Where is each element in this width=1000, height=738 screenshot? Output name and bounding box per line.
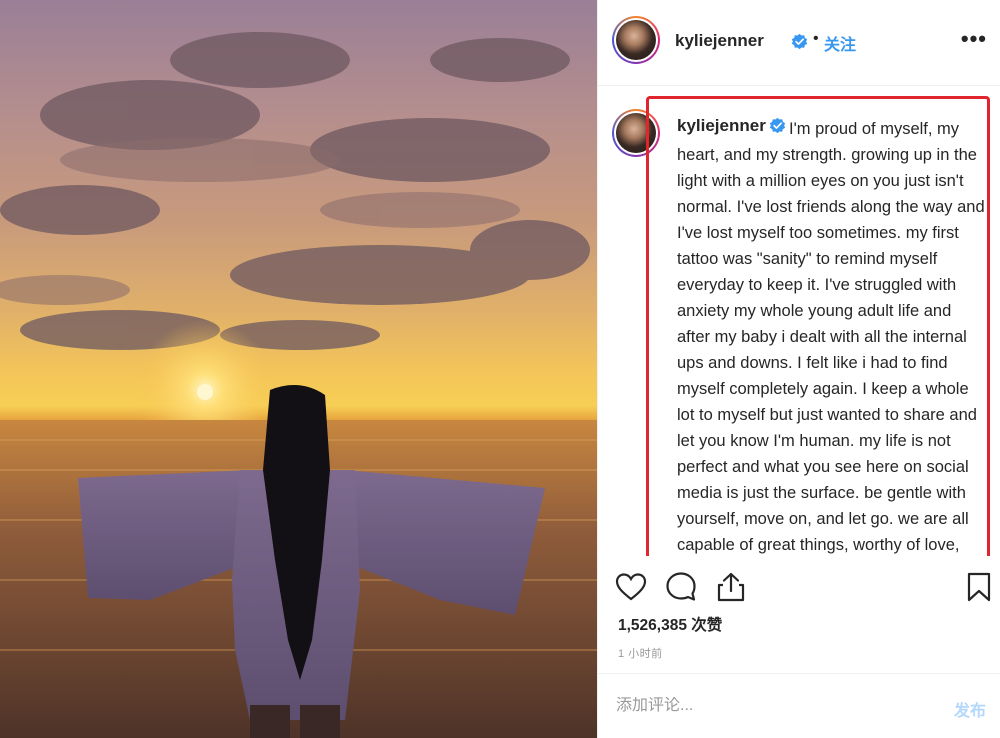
post-comment-button[interactable]: 发布 (954, 697, 986, 721)
bookmark-icon[interactable] (962, 570, 996, 604)
comment-icon[interactable] (664, 570, 698, 604)
caption-text-block: I'm proud of myself, my heart, and my st… (677, 116, 987, 556)
follow-button[interactable]: 关注 (824, 31, 856, 55)
avatar-image (616, 113, 656, 153)
likes-count[interactable]: 1,526,385 次赞 (618, 613, 722, 635)
more-options-icon[interactable]: ••• (961, 28, 987, 50)
post-photo[interactable] (0, 0, 597, 738)
share-icon[interactable] (714, 570, 748, 604)
comment-input[interactable] (616, 697, 916, 715)
caption-area[interactable]: kyliejenner I'm proud of myself, my hear… (598, 86, 1000, 556)
divider (598, 673, 1000, 674)
avatar[interactable] (612, 16, 660, 64)
action-bar (598, 562, 1000, 610)
avatar-image (616, 20, 656, 60)
post-sidebar: kyliejenner • 关注 ••• kyliejenner I'm pro… (597, 0, 1000, 738)
caption-avatar[interactable] (612, 109, 660, 157)
heart-icon[interactable] (614, 570, 648, 604)
post-timestamp[interactable]: 1 小时前 (618, 645, 663, 661)
sunset-photo-illustration (0, 32, 597, 738)
caption-text: I'm proud of myself, my heart, and my st… (677, 120, 985, 554)
separator-dot: • (813, 30, 819, 47)
verified-badge-icon (791, 33, 808, 50)
username-link[interactable]: kyliejenner (675, 31, 764, 51)
post-header: kyliejenner • 关注 ••• (598, 0, 1000, 86)
